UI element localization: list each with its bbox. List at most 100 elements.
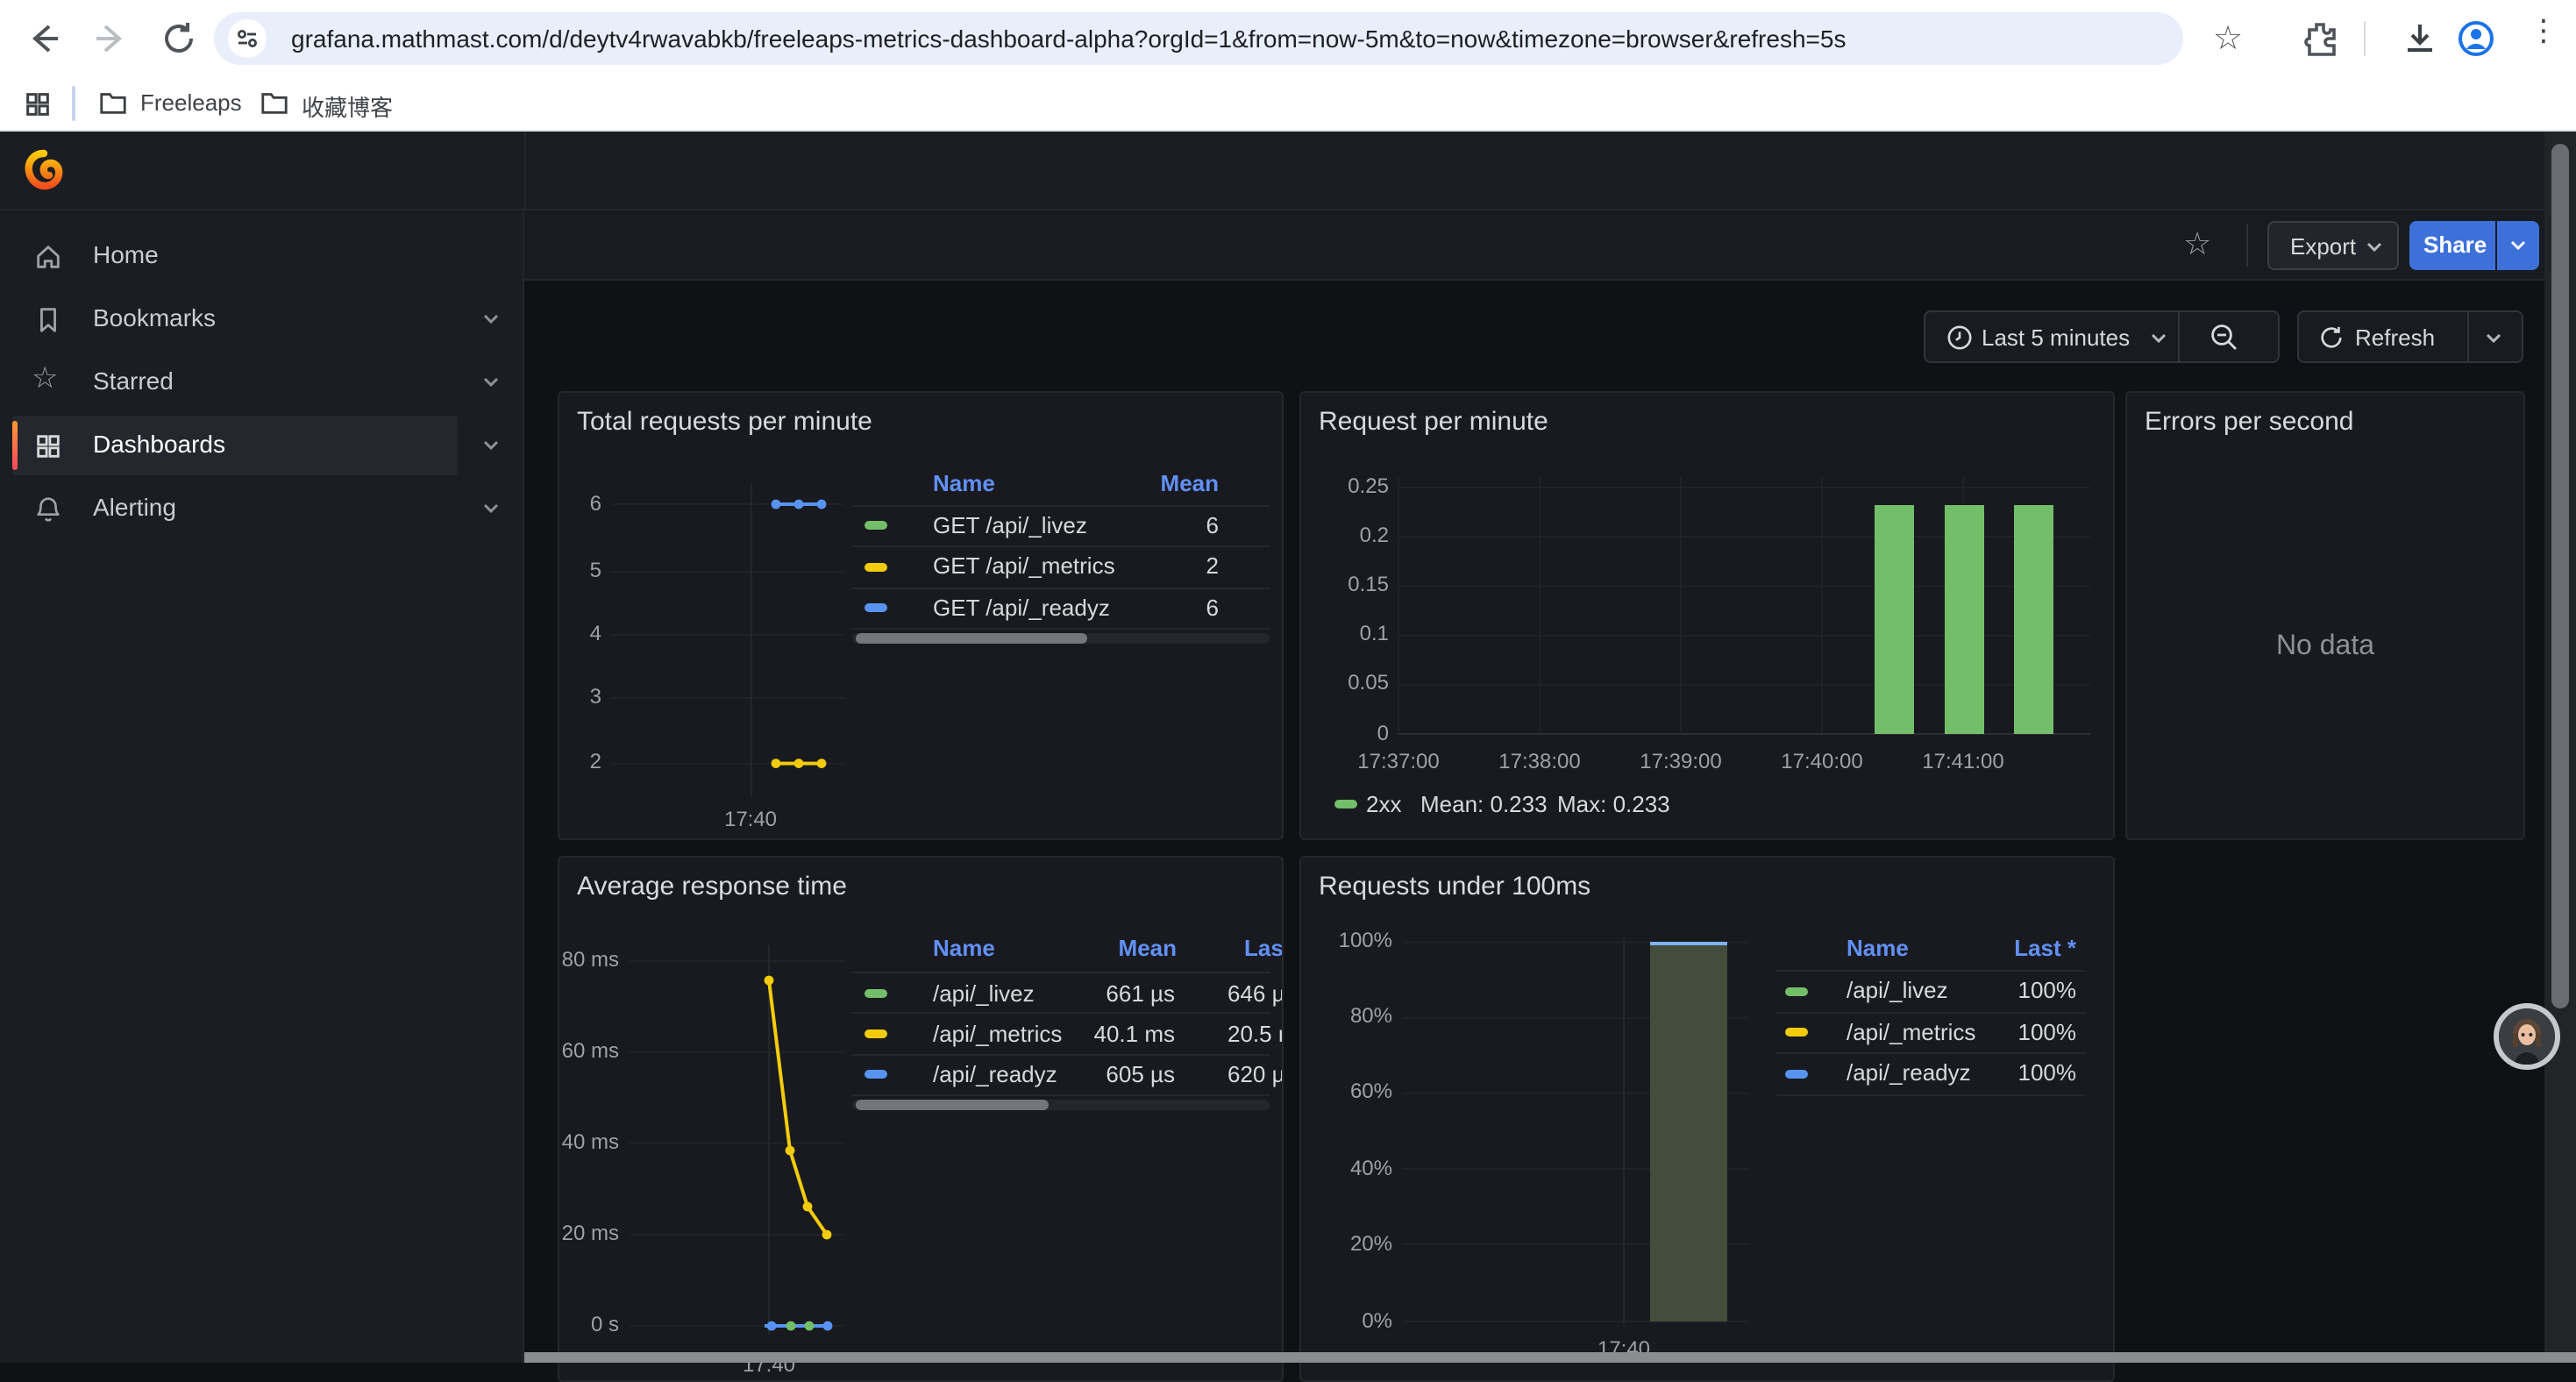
site-settings-circle[interactable] — [228, 19, 267, 58]
panel-total-requests[interactable]: Total requests per minute 6 5 4 3 2 17:4… — [558, 391, 1284, 840]
folder-icon — [260, 88, 289, 118]
legend-divider — [1776, 1011, 2085, 1013]
grafana-topnav: Grafana Home › Dashboards › Freeleaps Me… — [0, 132, 2576, 210]
legend-header-name[interactable]: Name — [933, 470, 995, 496]
legend-divider — [1776, 1052, 2085, 1054]
export-button[interactable]: Export — [2267, 221, 2399, 270]
panel-requests-under-100ms[interactable]: Requests under 100ms 100% 80% 60% 40% 20… — [1299, 856, 2115, 1382]
series-swatch[interactable] — [1784, 1070, 1807, 1079]
sidebar-item-label: Dashboards — [93, 430, 225, 458]
folder-icon — [98, 88, 128, 118]
download-icon[interactable] — [2401, 19, 2439, 58]
browser-toolbar: grafana.mathmast.com/d/deytv4rwavabkb/fr… — [0, 0, 2576, 77]
legend-header-name[interactable]: Name — [1847, 935, 1909, 961]
share-button[interactable]: Share — [2409, 221, 2495, 270]
legend-header-mean[interactable]: Mean — [1085, 935, 1177, 961]
panel-avg-response-time[interactable]: Average response time 80 ms 60 ms 40 ms … — [558, 856, 1284, 1382]
series-swatch[interactable] — [865, 521, 887, 530]
legend-header-mean[interactable]: Mean — [1138, 470, 1219, 496]
series-last: 646 µs — [1228, 980, 1284, 1006]
series-name[interactable]: /api/_metrics — [1847, 1019, 1975, 1045]
series-name[interactable]: /api/_livez — [1847, 978, 1948, 1004]
legend-scrollbar-thumb[interactable] — [856, 633, 1087, 644]
legend-scrollbar-thumb[interactable] — [856, 1100, 1049, 1110]
profile-icon[interactable] — [2457, 19, 2495, 58]
series-mean: 40.1 ms — [1033, 1020, 1175, 1046]
group-divider — [2178, 312, 2180, 361]
home-icon — [33, 242, 63, 272]
series-swatch[interactable] — [1334, 800, 1357, 809]
chevron-down-icon — [2509, 239, 2527, 253]
series-name[interactable]: GET /api/_livez — [933, 511, 1087, 538]
bookmark-icon — [33, 305, 63, 335]
horizontal-scrollbar[interactable] — [524, 1352, 2576, 1363]
bell-icon — [33, 495, 63, 524]
chevron-down-icon — [2150, 331, 2167, 346]
assistant-avatar-widget[interactable] — [2494, 1003, 2560, 1070]
legend-header-last[interactable]: Last * — [1244, 935, 1284, 961]
refresh-label[interactable]: Refresh — [2355, 324, 2435, 351]
zoom-out-icon[interactable] — [2210, 323, 2239, 353]
bar-chart — [1301, 858, 2115, 1382]
series-swatch[interactable] — [865, 1029, 887, 1038]
series-swatch[interactable] — [1784, 987, 1807, 996]
share-label: Share — [2423, 232, 2487, 258]
sidebar-item-label: Home — [93, 240, 159, 268]
sidebar-item-home[interactable]: Home — [12, 226, 458, 286]
page-scrollbar-thumb[interactable] — [2551, 144, 2569, 1008]
panel-errors-per-second[interactable]: Errors per second No data — [2125, 391, 2525, 840]
actions-divider — [2246, 224, 2248, 267]
series-swatch[interactable] — [865, 603, 887, 612]
active-indicator — [12, 421, 18, 470]
series-name[interactable]: /api/_readyz — [1847, 1059, 1971, 1086]
chevron-down-icon[interactable] — [2485, 331, 2502, 346]
x-tick: 17:39:00 — [1628, 749, 1733, 773]
legend-divider — [852, 1012, 1270, 1014]
bookmarks-bar: Freeleaps 收藏博客 — [0, 77, 2576, 132]
series-last: 100% — [1989, 1019, 2076, 1045]
legend-header-name[interactable]: Name — [933, 935, 995, 961]
legend-divider — [852, 1094, 1270, 1096]
series-swatch[interactable] — [865, 989, 887, 998]
star-dashboard-icon[interactable]: ☆ — [2183, 226, 2211, 263]
forward-icon[interactable] — [91, 19, 130, 58]
legend-header-last[interactable]: Last * — [1999, 935, 2076, 961]
x-tick: 17:38:00 — [1487, 749, 1592, 773]
chevron-down-icon[interactable] — [482, 502, 500, 516]
address-bar[interactable]: grafana.mathmast.com/d/deytv4rwavabkb/fr… — [214, 12, 2183, 65]
sidebar-item-dashboards[interactable]: Dashboards — [12, 416, 458, 475]
series-max: Max: 0.233 — [1557, 791, 1670, 817]
grafana-logo[interactable] — [23, 149, 65, 191]
series-name[interactable]: GET /api/_readyz — [933, 594, 1110, 620]
export-label: Export — [2290, 233, 2356, 260]
series-last: 100% — [1989, 1059, 2076, 1086]
apps-grid-icon[interactable] — [23, 89, 53, 119]
reload-icon[interactable] — [160, 19, 198, 58]
sidebar-item-label: Bookmarks — [93, 303, 216, 331]
series-swatch[interactable] — [865, 1070, 887, 1079]
extensions-icon[interactable] — [2301, 19, 2339, 58]
panel-request-per-minute[interactable]: Request per minute 0.25 0.2 0.15 0.1 0.0… — [1299, 391, 2115, 840]
chevron-down-icon[interactable] — [482, 312, 500, 326]
menu-kebab-icon[interactable]: ⋮ — [2529, 14, 2558, 49]
legend-divider — [852, 587, 1270, 588]
series-swatch[interactable] — [1784, 1029, 1807, 1037]
chevron-down-icon[interactable] — [482, 438, 500, 452]
sidebar-item-alerting[interactable]: Alerting — [12, 479, 458, 538]
series-swatch[interactable] — [865, 562, 887, 571]
sidebar-item-bookmarks[interactable]: Bookmarks — [12, 289, 458, 349]
dashboard-actions-row — [524, 210, 2544, 281]
legend-divider — [1776, 970, 2085, 972]
series-name[interactable]: /api/_livez — [933, 980, 1035, 1006]
group-divider — [2467, 312, 2469, 361]
share-menu-button[interactable] — [2497, 221, 2539, 270]
refresh-icon — [2318, 324, 2345, 351]
series-last: 620 µs — [1228, 1060, 1284, 1086]
bookmark-folder-label: Freeleaps — [140, 89, 242, 116]
time-range-label[interactable]: Last 5 minutes — [1982, 324, 2130, 351]
bookmark-star-icon[interactable]: ☆ — [2213, 19, 2243, 60]
sidebar-item-starred[interactable]: ☆ Starred — [12, 353, 458, 412]
chevron-down-icon[interactable] — [482, 375, 500, 389]
series-name[interactable]: 2xx — [1366, 791, 1401, 817]
back-icon[interactable] — [25, 19, 63, 58]
